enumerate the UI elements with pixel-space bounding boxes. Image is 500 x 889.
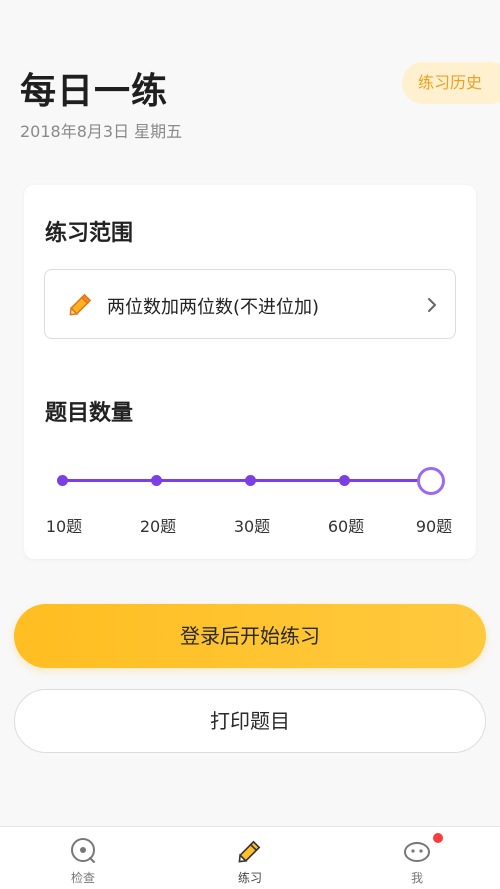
count-option-20[interactable]: 20题 xyxy=(128,513,188,537)
count-option-30[interactable]: 30题 xyxy=(222,513,282,537)
range-section-title: 练习范围 xyxy=(45,221,134,246)
tab-label: 检查 xyxy=(70,871,95,885)
tab-me[interactable]: 我 xyxy=(357,827,477,889)
slider-thumb[interactable] xyxy=(417,467,445,495)
page-header: 每日一练 2018年8月3日 星期五 练习历史 xyxy=(0,0,500,160)
date-label: 2018年8月3日 星期五 xyxy=(20,122,183,141)
slider-stop-60[interactable] xyxy=(339,475,350,486)
slider-stop-20[interactable] xyxy=(151,475,162,486)
slider-stop-30[interactable] xyxy=(245,475,256,486)
count-option-60[interactable]: 60题 xyxy=(316,513,376,537)
pencil-icon xyxy=(69,293,92,316)
notification-badge xyxy=(433,833,443,843)
tab-practice[interactable]: 练习 xyxy=(190,827,310,889)
chevron-right-icon xyxy=(428,298,436,312)
count-option-10[interactable]: 10题 xyxy=(34,513,94,537)
count-section-title: 题目数量 xyxy=(45,401,134,426)
tab-label: 我 xyxy=(410,871,423,885)
check-scan-icon xyxy=(71,838,95,863)
range-selector[interactable]: 两位数加两位数(不进位加) xyxy=(44,269,456,339)
start-practice-button[interactable]: 登录后开始练习 xyxy=(14,604,486,668)
range-value: 两位数加两位数(不进位加) xyxy=(107,297,320,318)
print-questions-button[interactable]: 打印题目 xyxy=(14,689,486,753)
page-title: 每日一练 xyxy=(20,71,169,112)
count-option-90[interactable]: 90题 xyxy=(404,513,464,537)
practice-settings-card: 练习范围 两位数加两位数(不进位加) 题目数量 10题 20题 30题 60题 … xyxy=(24,185,476,559)
tab-check[interactable]: 检查 xyxy=(23,827,143,889)
pencil-icon xyxy=(238,840,261,863)
profile-icon xyxy=(404,842,430,862)
tab-label: 练习 xyxy=(237,871,262,885)
slider-stop-10[interactable] xyxy=(57,475,68,486)
bottom-tab-bar: 检查 练习 我 xyxy=(0,826,500,889)
practice-history-button[interactable]: 练习历史 xyxy=(402,62,500,104)
question-count-slider[interactable]: 10题 20题 30题 60题 90题 xyxy=(44,465,456,537)
